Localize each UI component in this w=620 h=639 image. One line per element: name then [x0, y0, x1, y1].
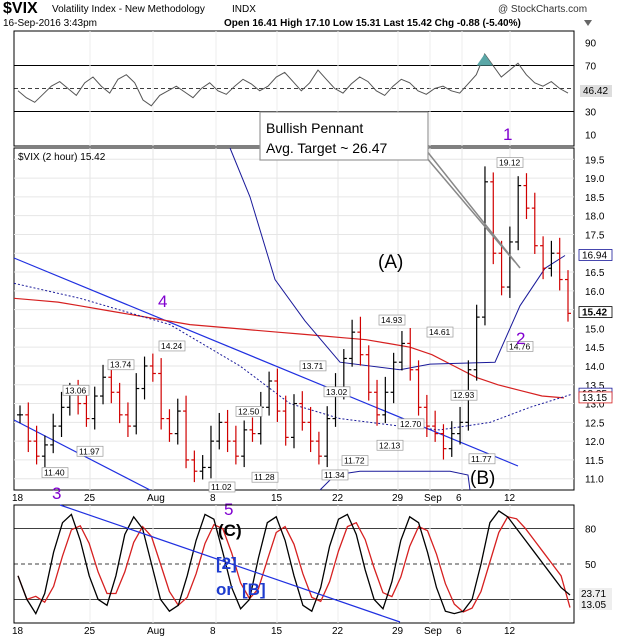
x-axis-label: 22: [332, 493, 344, 504]
wave-label-a: (A): [378, 252, 403, 273]
price-legend: $VIX (2 hour) 15.42: [18, 152, 106, 163]
price-tick-label: 19.0: [585, 174, 605, 185]
price-tick-label: 11.0: [585, 475, 604, 486]
price-tick-label: 16.0: [585, 287, 605, 298]
swing-label: 12.13: [379, 440, 401, 450]
price-tick-label: 14.0: [585, 362, 605, 373]
price-right-tag-label: 16.94: [582, 250, 607, 261]
annotation-line-1: Bullish Pennant: [266, 120, 363, 136]
x-axis-label: 12: [504, 626, 516, 637]
rsi-overbought-fill: [476, 54, 493, 66]
wave-label-4: 4: [158, 292, 167, 311]
price-tick-label: 12.5: [585, 418, 605, 429]
annotation-line-2: Avg. Target ~ 26.47: [266, 140, 388, 156]
stoch-panel: 805020 23.71 13.05 (C) [2] or [B]: [13, 504, 612, 624]
price-tick-label: 14.5: [585, 343, 605, 354]
x-axis-label: Aug: [147, 626, 165, 637]
price-right-tag-label: 13.15: [582, 393, 607, 404]
price-tick-label: 11.5: [585, 456, 604, 467]
x-axis-label: 25: [84, 493, 96, 504]
swing-label: 11.28: [254, 472, 275, 482]
x-axis-label: 8: [210, 626, 216, 637]
rsi-value: 46.42: [583, 86, 608, 97]
x-axis-label: Sep: [424, 493, 442, 504]
wave-label-5: 5: [224, 500, 233, 519]
rsi-tick-label: 10: [585, 131, 597, 142]
x-axis-label: 18: [12, 493, 24, 504]
wave-label-1: 1: [503, 125, 512, 144]
price-tick-label: 12.0: [585, 437, 605, 448]
swing-label: 11.72: [344, 456, 365, 466]
swing-label: 11.77: [471, 454, 492, 464]
swing-label: 12.50: [238, 406, 260, 416]
swing-label: 13.02: [326, 387, 348, 397]
swing-label: 11.97: [79, 446, 100, 456]
swing-label: 14.61: [429, 327, 451, 337]
stoch-k-value: 23.71: [581, 589, 606, 600]
vix-chart: 90 70 50 30 10 46.42 11.40 11.97 13.06 13.74 14.…: [12, 30, 613, 637]
wave-label-bracket-b: [B]: [242, 580, 266, 599]
stoch-tick-label: 50: [585, 560, 597, 571]
rsi-tick-label: 30: [585, 108, 597, 119]
price-panel: 11.4011.9713.0613.7414.2411.0212.5011.28…: [13, 111, 613, 519]
bollinger-middle: [13, 282, 573, 431]
x-axis-label: 12: [504, 493, 516, 504]
price-tick-label: 18.0: [585, 212, 605, 223]
swing-label: 19.12: [499, 158, 521, 168]
swing-label: 12.93: [453, 390, 475, 400]
swing-label: 12.70: [400, 419, 422, 429]
x-axis-label: 6: [456, 626, 462, 637]
x-axis-label: 15: [271, 493, 283, 504]
x-axis-label: Sep: [424, 626, 442, 637]
price-tick-label: 16.5: [585, 268, 605, 279]
wave-label-c: (C): [218, 521, 242, 540]
x-axis-label: 15: [271, 626, 283, 637]
price-tick-label: 19.5: [585, 155, 605, 166]
price-tick-label: 17.5: [585, 230, 605, 241]
swing-label: 14.93: [381, 315, 403, 325]
x-axis-label: 25: [84, 626, 96, 637]
swing-label: 13.06: [65, 385, 87, 395]
stoch-k-line: [17, 510, 571, 615]
swing-label: 13.71: [302, 361, 324, 371]
x-axis-label: 6: [456, 493, 462, 504]
wave-label-3: 3: [52, 484, 61, 503]
rsi-tick-label: 70: [585, 62, 597, 73]
x-axis-label: 18: [12, 626, 24, 637]
wave-label-bracket-2: [2]: [216, 554, 237, 573]
x-axis-label: 22: [332, 626, 344, 637]
moving-average-red: [13, 297, 565, 399]
price-tick-label: 18.5: [585, 193, 605, 204]
x-axis-label: 8: [210, 493, 216, 504]
swing-label: 14.24: [161, 341, 183, 351]
wave-label-2: 2: [516, 329, 525, 348]
stoch-d-line: [17, 516, 571, 613]
price-right-tag-label: 15.42: [582, 308, 607, 319]
stoch-d-value: 13.05: [581, 600, 606, 611]
swing-label: 13.74: [110, 360, 132, 370]
swing-label: 11.02: [211, 482, 232, 492]
wave-label-b: (B): [470, 468, 495, 489]
wave-label-or: or: [216, 580, 233, 599]
x-axis-label: Aug: [147, 493, 165, 504]
x-axis-label: 29: [392, 493, 404, 504]
rsi-tick-label: 90: [585, 39, 597, 50]
swing-label: 11.40: [44, 468, 65, 478]
swing-label: 11.34: [324, 470, 345, 480]
stoch-tick-label: 80: [585, 525, 597, 536]
price-tick-label: 15.0: [585, 324, 605, 335]
x-axis-label: 29: [392, 626, 404, 637]
